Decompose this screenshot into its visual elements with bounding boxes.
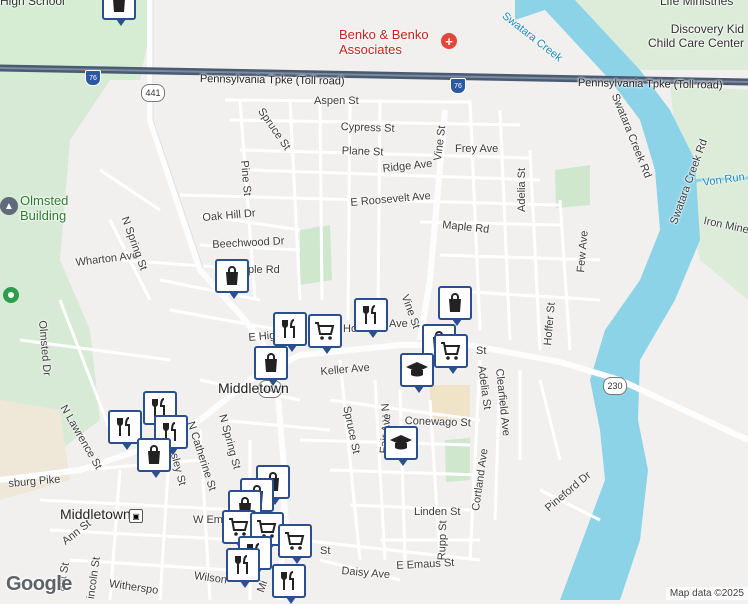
label-middletown-station: Middletown [60, 506, 131, 522]
shopping-bag-marker-2[interactable] [254, 346, 288, 386]
park-icon [3, 287, 19, 303]
restaurant-marker-7[interactable] [226, 548, 260, 588]
label-turnpike-left: Pennsylvania Tpke (Toll road) [199, 73, 345, 88]
label-plane-st: Plane St [341, 145, 384, 159]
restaurant-marker[interactable] [273, 312, 307, 352]
label-aspen-st: Aspen St [314, 95, 359, 107]
grocery-cart-icon [285, 532, 305, 550]
school-marker[interactable] [400, 353, 434, 393]
map-attribution[interactable]: Map data ©2025 [665, 587, 748, 600]
restaurant-icon [281, 571, 294, 590]
school-icon [390, 435, 412, 450]
restaurant-marker-8[interactable] [272, 564, 306, 604]
poi-life-ministries[interactable]: Life Ministries [660, 0, 733, 8]
shopping-bag-marker-3[interactable] [438, 286, 472, 326]
poi-olmsted-building[interactable]: Olmsted Building [20, 193, 68, 223]
grocery-cart-marker[interactable] [308, 314, 342, 354]
label-frey-ave: Frey Ave [455, 143, 499, 155]
shopping-bag-icon [113, 0, 125, 12]
shopping-bag-icon [226, 266, 238, 285]
label-st-fragment: St [476, 345, 487, 357]
shopping-bag-icon [449, 293, 461, 312]
grocery-cart-icon [441, 342, 461, 360]
grocery-cart-marker-5[interactable] [278, 524, 312, 564]
i76-shield-west: 76 [85, 70, 101, 86]
label-linden-st: Linden St [414, 506, 461, 518]
train-station-icon[interactable]: ▣ [129, 509, 143, 523]
restaurant-marker-2[interactable] [354, 298, 388, 338]
park-block [300, 225, 332, 285]
label-ple-rd: ple Rd [248, 264, 280, 276]
label-cypress-st: Cypress St [340, 121, 395, 135]
shopping-bag-icon [265, 353, 277, 372]
restaurant-icon [235, 555, 248, 574]
google-logo: Google [6, 573, 72, 595]
label-rupp-st: Rupp St [436, 520, 450, 561]
poi-discovery-kid[interactable]: Discovery Kid Child Care Center [648, 22, 744, 50]
grocery-cart-marker-2[interactable] [434, 334, 468, 374]
hospital-icon[interactable]: + [441, 33, 457, 49]
label-st-fragment-2: St [320, 545, 331, 557]
i76-shield-east: 76 [450, 78, 466, 94]
restaurant-icon [117, 417, 130, 436]
label-middletown: Middletown [218, 380, 289, 396]
university-icon: ▲ [0, 197, 18, 215]
poi-high-school[interactable]: High School [0, 0, 65, 8]
route-230-shield: 230 [603, 377, 627, 395]
restaurant-icon [282, 319, 295, 338]
label-adelia-st-top: Adelia St [516, 167, 528, 212]
label-turnpike-right: Pennsylvania Tpke (Toll road) [577, 77, 723, 92]
shopping-bag-marker[interactable] [215, 259, 249, 299]
grocery-cart-icon [315, 322, 335, 340]
route-441-shield-north: 441 [141, 84, 165, 102]
school-marker-2[interactable] [384, 426, 418, 466]
poi-benko-associates[interactable]: Benko & Benko Associates [339, 27, 429, 57]
label-ave-fragment: Ave [389, 318, 408, 330]
marker-top-partial[interactable] [102, 0, 136, 26]
shopping-bag-marker-5[interactable] [137, 438, 171, 478]
school-icon [406, 362, 428, 377]
shopping-bag-icon [148, 445, 160, 464]
restaurant-icon [363, 305, 376, 324]
